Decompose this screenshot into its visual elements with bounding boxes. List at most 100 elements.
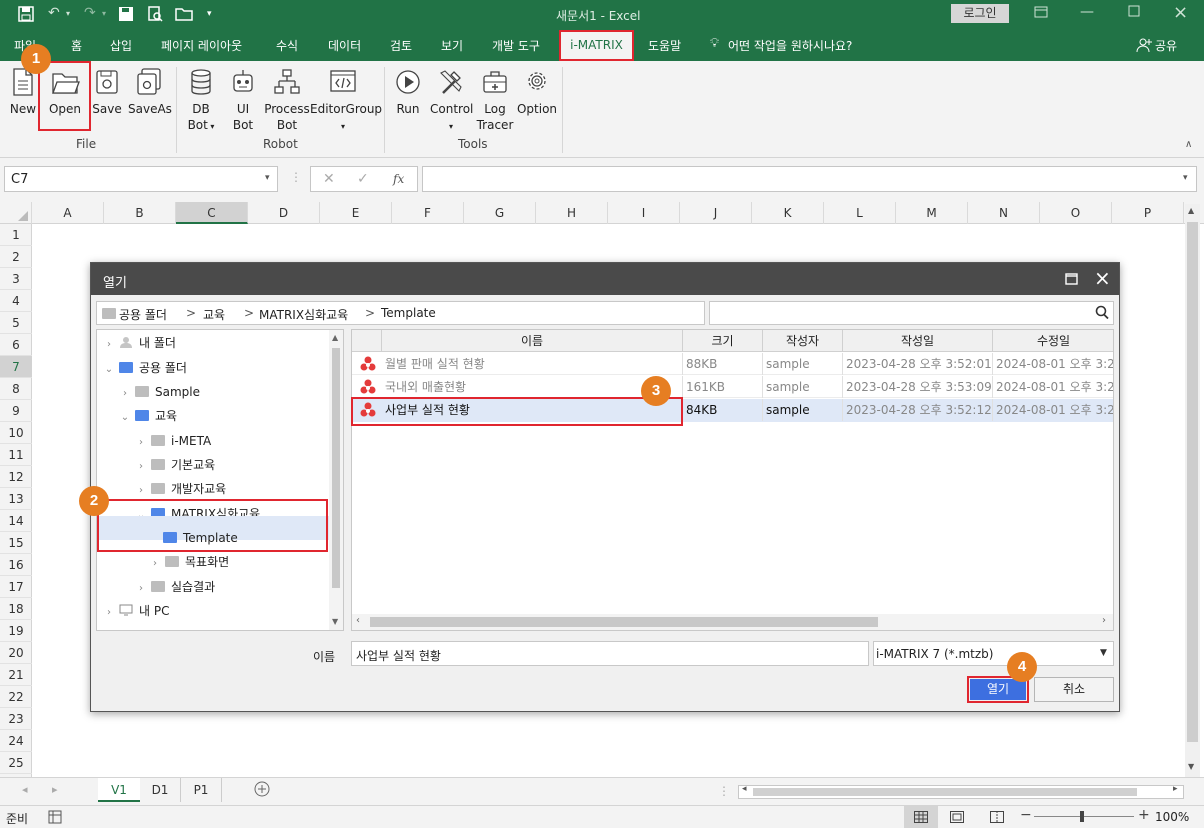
share-button[interactable]: 공유 <box>1155 37 1177 54</box>
tree-item-education[interactable]: ⌄ 교육 <box>119 405 177 427</box>
sheet-tab-v1[interactable]: V1 <box>98 778 140 802</box>
print-preview-icon[interactable] <box>147 6 163 25</box>
table-row[interactable]: 국내외 매출현황 161KB sample 2023-04-28 오후 3:53… <box>352 376 1113 398</box>
row-header[interactable]: 18 <box>0 598 32 620</box>
tab-data[interactable]: 데이터 <box>328 37 361 54</box>
row-header[interactable]: 1 <box>0 224 32 246</box>
zoom-slider-thumb[interactable] <box>1080 811 1084 822</box>
column-header[interactable]: E <box>320 202 392 224</box>
column-header[interactable]: O <box>1040 202 1112 224</box>
undo-dropdown-icon[interactable]: ▾ <box>66 9 70 18</box>
breadcrumb-item[interactable]: Template <box>381 306 436 320</box>
column-header[interactable]: N <box>968 202 1040 224</box>
tree-item-practice[interactable]: › 실습결과 <box>135 576 215 598</box>
login-button[interactable]: 로그인 <box>951 4 1009 23</box>
row-header[interactable]: 5 <box>0 312 32 334</box>
new-button[interactable]: New <box>8 67 38 117</box>
header-name[interactable]: 이름 <box>382 330 683 352</box>
tab-page-layout[interactable]: 페이지 레이아웃 <box>161 37 242 54</box>
tab-insert[interactable]: 삽입 <box>110 37 132 54</box>
tell-me-search[interactable]: 어떤 작업을 원하시나요? <box>728 37 852 54</box>
zoom-level[interactable]: 100% <box>1155 810 1189 824</box>
filename-input[interactable]: 사업부 실적 현황 <box>351 641 869 666</box>
row-header[interactable]: 17 <box>0 576 32 598</box>
name-box[interactable]: C7 ▾ <box>4 166 278 192</box>
header-created[interactable]: 작성일 <box>843 330 993 352</box>
column-header[interactable]: I <box>608 202 680 224</box>
column-header[interactable]: J <box>680 202 752 224</box>
collapse-ribbon-icon[interactable]: ∧ <box>1185 139 1192 150</box>
row-header[interactable]: 16 <box>0 554 32 576</box>
tree-item-imeta[interactable]: › i-META <box>135 430 211 452</box>
table-row[interactable]: 월별 판매 실적 현황 88KB sample 2023-04-28 오후 3:… <box>352 353 1113 375</box>
column-header[interactable]: A <box>32 202 104 224</box>
row-header[interactable]: 22 <box>0 686 32 708</box>
scroll-left-icon[interactable]: ◂ <box>22 783 28 796</box>
breadcrumb-item[interactable]: 교육 <box>203 306 225 323</box>
tab-review[interactable]: 검토 <box>390 37 412 54</box>
maximize-icon[interactable] <box>1128 5 1140 20</box>
close-icon[interactable]: × <box>1173 2 1188 23</box>
close-icon[interactable]: × <box>1094 266 1111 290</box>
column-header[interactable]: F <box>392 202 464 224</box>
tree-item-developer[interactable]: › 개발자교육 <box>135 478 226 500</box>
tree-item-basic[interactable]: › 기본교육 <box>135 454 215 476</box>
row-header[interactable]: 6 <box>0 334 32 356</box>
zoom-out-icon[interactable]: − <box>1020 807 1032 823</box>
option-button[interactable]: Option <box>516 67 558 117</box>
tree-item-my-pc[interactable]: › 내 PC <box>103 600 169 622</box>
customize-toolbar-icon[interactable]: ▾ <box>207 9 212 19</box>
control-button[interactable]: Control ▾ <box>430 67 473 135</box>
header-modified[interactable]: 수정일 <box>993 330 1113 352</box>
insert-function-icon[interactable]: fx <box>393 172 404 186</box>
zoom-slider[interactable] <box>1034 816 1134 817</box>
column-header[interactable]: H <box>536 202 608 224</box>
column-header[interactable]: L <box>824 202 896 224</box>
row-header[interactable]: 10 <box>0 422 32 444</box>
tree-item-sample[interactable]: › Sample <box>119 381 200 403</box>
row-header[interactable]: 11 <box>0 444 32 466</box>
dialog-cancel-button[interactable]: 취소 <box>1034 677 1114 702</box>
normal-view-button[interactable] <box>904 806 938 828</box>
row-header[interactable]: 21 <box>0 664 32 686</box>
search-icon[interactable] <box>1095 304 1109 323</box>
tab-i-matrix[interactable]: i-MATRIX <box>559 30 634 61</box>
tab-home[interactable]: 홈 <box>71 37 82 54</box>
save-button[interactable]: Save <box>92 67 122 117</box>
row-header[interactable]: 14 <box>0 510 32 532</box>
select-all-corner[interactable] <box>0 202 32 224</box>
dialog-open-button[interactable]: 열기 <box>970 679 1026 700</box>
tree-scrollbar[interactable]: ▲ ▼ <box>329 330 343 630</box>
header-author[interactable]: 작성자 <box>763 330 843 352</box>
add-sheet-icon[interactable] <box>254 781 270 800</box>
save-icon[interactable] <box>18 6 34 25</box>
sheet-horizontal-scrollbar[interactable]: ◂ ▸ <box>738 784 1184 799</box>
search-input[interactable] <box>709 301 1114 325</box>
tree-item-my-folder[interactable]: › 내 폴더 <box>103 332 176 354</box>
process-bot-button[interactable]: Process Bot <box>264 67 310 133</box>
column-header[interactable]: M <box>896 202 968 224</box>
row-header[interactable]: 13 <box>0 488 32 510</box>
row-header[interactable]: 2 <box>0 246 32 268</box>
file-list-horizontal-scrollbar[interactable]: ‹ › <box>352 614 1113 630</box>
redo-dropdown-icon[interactable]: ▾ <box>102 9 106 18</box>
confirm-check-icon[interactable]: ✓ <box>357 171 369 187</box>
saveas-button[interactable]: SaveAs <box>128 67 172 117</box>
scroll-right-icon[interactable]: ▸ <box>52 783 58 796</box>
breadcrumb-item[interactable]: 공용 폴더 <box>119 306 167 323</box>
row-header[interactable]: 9 <box>0 400 32 422</box>
redo-icon[interactable]: ↷ <box>84 5 96 21</box>
chevron-down-icon[interactable]: ▼ <box>1100 648 1107 658</box>
run-button[interactable]: Run <box>394 67 422 117</box>
open-folder-icon[interactable] <box>175 6 193 25</box>
db-bot-button[interactable]: DB Bot ▾ <box>184 67 218 135</box>
cancel-x-icon[interactable]: ✕ <box>323 171 335 187</box>
row-header-selected[interactable]: 7 <box>0 356 32 378</box>
maximize-icon[interactable] <box>1065 273 1078 288</box>
ribbon-display-icon[interactable] <box>1034 6 1048 21</box>
column-header-selected[interactable]: C <box>176 202 248 224</box>
row-header[interactable]: 24 <box>0 730 32 752</box>
row-header[interactable]: 8 <box>0 378 32 400</box>
column-header[interactable]: P <box>1112 202 1184 224</box>
tree-item-public-folder[interactable]: ⌄ 공용 폴더 <box>103 357 187 379</box>
